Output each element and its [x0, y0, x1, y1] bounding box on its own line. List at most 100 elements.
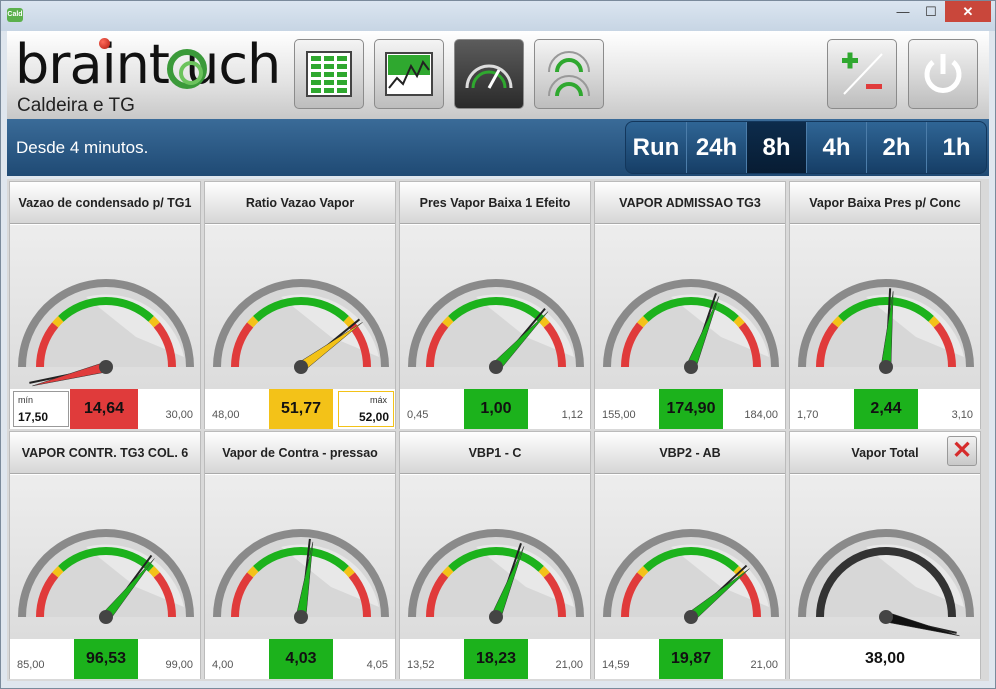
gauge-min: 0,45 — [407, 409, 429, 421]
maximize-button[interactable]: ☐ — [917, 1, 945, 22]
gauge-view-button[interactable] — [454, 39, 524, 109]
gauge-hub — [489, 610, 503, 624]
multi-gauge-view-button[interactable] — [534, 39, 604, 109]
gauge-value: 96,53 — [74, 639, 138, 679]
gauge-card[interactable]: Vapor Total ✕ 38,00 — [789, 431, 981, 679]
app-window: Cald — ☐ ✕ braint uch Caldeira e TG Desd… — [0, 0, 996, 689]
table-icon — [306, 51, 352, 97]
gauge-card[interactable]: VBP2 - AB 14,59 19,87 21,00 — [594, 431, 786, 679]
gauge-readout: 155,00 174,90 184,00 — [595, 389, 785, 429]
gauge-scale-band — [832, 315, 844, 328]
gauge-min: 13,52 — [407, 659, 435, 671]
gauge-grid: Vazao de condensado p/ TG1 mín 17,50 14,64 3… — [7, 179, 989, 681]
gauge-scale-band — [148, 565, 160, 578]
gauge-scale-band — [343, 565, 355, 578]
logo-swirl-icon — [167, 49, 207, 89]
gauge-card[interactable]: Vapor de Contra - pressao 4,00 4,03 4,05 — [204, 431, 396, 679]
min-limit-label: mín — [18, 395, 34, 405]
gauge-hub — [99, 610, 113, 624]
gauge-title: Ratio Vazao Vapor — [205, 182, 395, 224]
gauge-dial — [408, 279, 584, 374]
gauge-card[interactable]: Ratio Vazao Vapor 48,00 51,77 máx 52,00 — [204, 181, 396, 429]
gauge-value: 1,00 — [464, 389, 528, 429]
gauge-readout: 48,00 51,77 máx 52,00 — [205, 389, 395, 429]
gauge-dial-area — [10, 225, 200, 389]
gauge-card[interactable]: Vazao de condensado p/ TG1 mín 17,50 14,64 3… — [9, 181, 201, 429]
gauge-scale-band — [538, 565, 550, 578]
gauge-title: VBP1 - C — [400, 432, 590, 474]
page-subtitle: Caldeira e TG — [17, 95, 135, 116]
gauge-scale-band — [247, 565, 259, 578]
min-limit-box: mín 17,50 — [13, 391, 69, 427]
gauge-card[interactable]: Vapor Baixa Pres p/ Conc 1,70 2,44 3,10 — [789, 181, 981, 429]
remove-gauge-button[interactable]: ✕ — [947, 436, 977, 466]
gauge-readout: 13,52 18,23 21,00 — [400, 639, 590, 679]
gauge-readout: 38,00 — [790, 639, 980, 679]
power-button[interactable] — [908, 39, 978, 109]
close-window-button[interactable]: ✕ — [945, 1, 991, 22]
gauge-hub — [489, 360, 503, 374]
range-button-1h[interactable]: 1h — [926, 122, 986, 173]
gauge-dial-area — [400, 475, 590, 639]
gauge-dial-area — [595, 225, 785, 389]
gauge-hub — [684, 360, 698, 374]
gauge-readout: 1,70 2,44 3,10 — [790, 389, 980, 429]
gauge-scale-band — [148, 315, 160, 328]
gauge-max: 3,10 — [951, 409, 973, 421]
gauge-dial — [798, 279, 974, 374]
trend-view-button[interactable] — [374, 39, 444, 109]
gauge-dial — [18, 279, 194, 387]
gauge-scale-band — [928, 315, 940, 328]
power-icon — [924, 54, 962, 93]
gauge-dial-area — [205, 475, 395, 639]
gauge-readout: 85,00 96,53 99,00 — [10, 639, 200, 679]
gauge-hub — [684, 610, 698, 624]
gauge-value: 51,77 — [269, 389, 333, 429]
gauge-dial-area — [790, 475, 980, 639]
gauge-title: Vazao de condensado p/ TG1 — [10, 182, 200, 224]
gauge-title: Vapor de Contra - pressao — [205, 432, 395, 474]
gauge-max: 21,00 — [555, 659, 583, 671]
minimize-button[interactable]: — — [889, 1, 917, 22]
gauge-icon — [465, 64, 513, 89]
gauge-value: 4,03 — [269, 639, 333, 679]
gauge-title: Pres Vapor Baixa 1 Efeito — [400, 182, 590, 224]
range-button-2h[interactable]: 2h — [866, 122, 926, 173]
gauge-value: 2,44 — [854, 389, 918, 429]
trend-chart-icon — [385, 52, 433, 96]
gauge-title: VAPOR CONTR. TG3 COL. 6 — [10, 432, 200, 474]
gauge-scale-band — [52, 315, 64, 328]
gauge-hub — [879, 360, 893, 374]
gauge-title: VBP2 - AB — [595, 432, 785, 474]
range-button-run[interactable]: Run — [626, 122, 686, 173]
gauge-title: Vapor Baixa Pres p/ Conc — [790, 182, 980, 224]
gauge-scale-band — [442, 315, 454, 328]
zoom-in-out-button[interactable] — [827, 39, 897, 109]
logo-text: braint uch — [15, 33, 281, 96]
gauge-dial — [603, 529, 779, 624]
gauge-value: 14,64 — [70, 389, 138, 429]
gauge-scale-band — [538, 315, 550, 328]
gauge-max: 184,00 — [744, 409, 778, 421]
gauge-max: 30,00 — [165, 409, 193, 421]
gauge-scale-band — [733, 315, 745, 328]
gauge-dial-area — [400, 225, 590, 389]
gauge-min: 14,59 — [602, 659, 630, 671]
range-button-24h[interactable]: 24h — [686, 122, 746, 173]
gauge-dial-area — [790, 225, 980, 389]
gauge-dial-area — [10, 475, 200, 639]
gauge-readout: 4,00 4,03 4,05 — [205, 639, 395, 679]
range-button-4h[interactable]: 4h — [806, 122, 866, 173]
gauge-dial-area — [205, 225, 395, 389]
gauge-max: 99,00 — [165, 659, 193, 671]
gauge-max: 21,00 — [750, 659, 778, 671]
table-view-button[interactable] — [294, 39, 364, 109]
gauge-card[interactable]: VAPOR CONTR. TG3 COL. 6 85,00 96,53 99,00 — [9, 431, 201, 679]
gauge-readout: mín 17,50 14,64 30,00 — [10, 389, 200, 429]
gauge-card[interactable]: Pres Vapor Baixa 1 Efeito 0,45 1,00 1,12 — [399, 181, 591, 429]
gauge-min: 1,70 — [797, 409, 819, 421]
gauge-card[interactable]: VAPOR ADMISSAO TG3 155,00 174,90 184,00 — [594, 181, 786, 429]
gauge-card[interactable]: VBP1 - C 13,52 18,23 21,00 — [399, 431, 591, 679]
gauge-dial — [603, 279, 779, 374]
range-button-8h[interactable]: 8h — [746, 122, 806, 173]
